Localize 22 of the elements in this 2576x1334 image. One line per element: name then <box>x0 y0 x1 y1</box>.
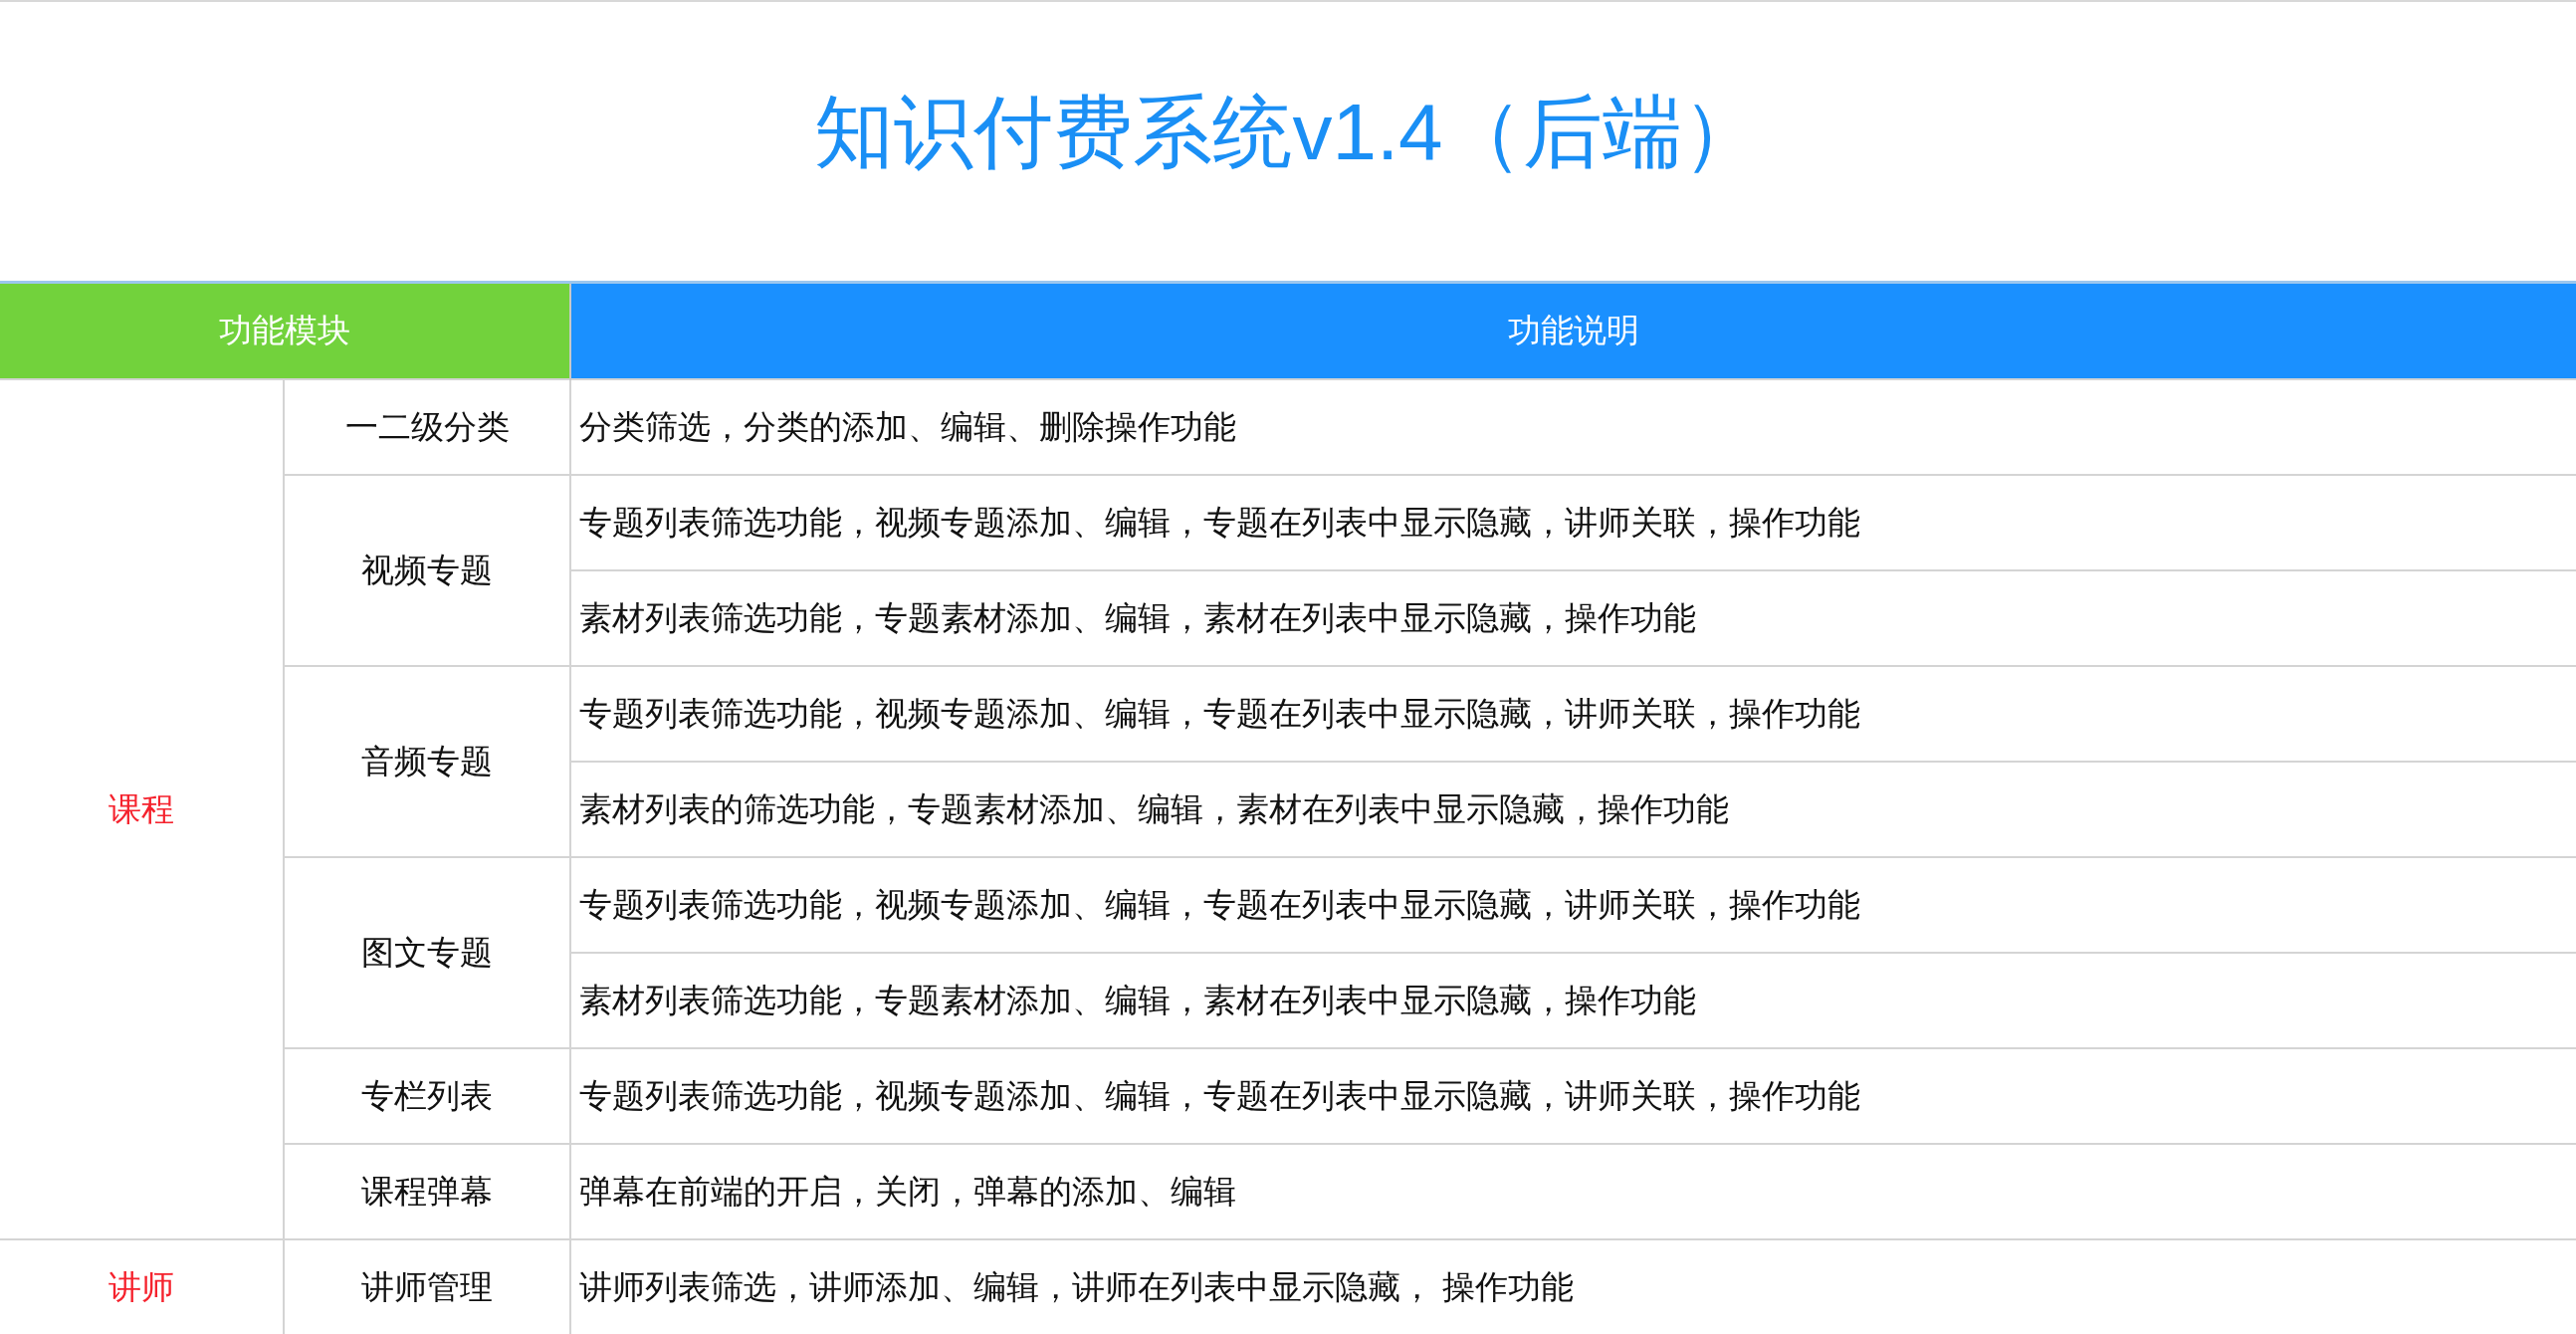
column-header: 功能模块 <box>0 282 570 379</box>
module-name: 课程 <box>108 789 174 827</box>
feature-description: 素材列表筛选功能，专题素材添加、编辑，素材在列表中显示隐藏，操作功能 <box>579 981 1696 1018</box>
submodule-name: 一二级分类 <box>344 407 510 445</box>
submodule-name: 专栏列表 <box>361 1076 493 1114</box>
feature-description: 分类筛选，分类的添加、编辑、删除操作功能 <box>579 407 1236 445</box>
feature-description: 素材列表筛选功能，专题素材添加、编辑，素材在列表中显示隐藏，操作功能 <box>579 598 1696 636</box>
submodule-name: 音频专题 <box>361 742 493 779</box>
feature-description: 专题列表筛选功能，视频专题添加、编辑，专题在列表中显示隐藏，讲师关联，操作功能 <box>579 503 1860 541</box>
feature-description: 专题列表筛选功能，视频专题添加、编辑，专题在列表中显示隐藏，讲师关联，操作功能 <box>579 694 1860 732</box>
submodule-name: 视频专题 <box>361 551 493 588</box>
module-name: 讲师 <box>108 1267 174 1305</box>
submodule-name: 课程弹幕 <box>361 1172 493 1210</box>
submodule-name: 图文专题 <box>361 933 493 971</box>
feature-description: 专题列表筛选功能，视频专题添加、编辑，专题在列表中显示隐藏，讲师关联，操作功能 <box>579 885 1860 923</box>
feature-description: 素材列表的筛选功能，专题素材添加、编辑，素材在列表中显示隐藏，操作功能 <box>579 789 1729 827</box>
feature-description: 弹幕在前端的开启，关闭，弹幕的添加、编辑 <box>579 1172 1236 1210</box>
page-title: 知识付费系统v1.4（后端） <box>814 87 1762 178</box>
submodule-name: 讲师管理 <box>361 1267 493 1305</box>
feature-description: 讲师列表筛选，讲师添加、编辑，讲师在列表中显示隐藏， 操作功能 <box>579 1267 1575 1305</box>
column-header: 功能说明 <box>570 282 2576 379</box>
feature-description: 专题列表筛选功能，视频专题添加、编辑，专题在列表中显示隐藏，讲师关联，操作功能 <box>579 1076 1860 1114</box>
